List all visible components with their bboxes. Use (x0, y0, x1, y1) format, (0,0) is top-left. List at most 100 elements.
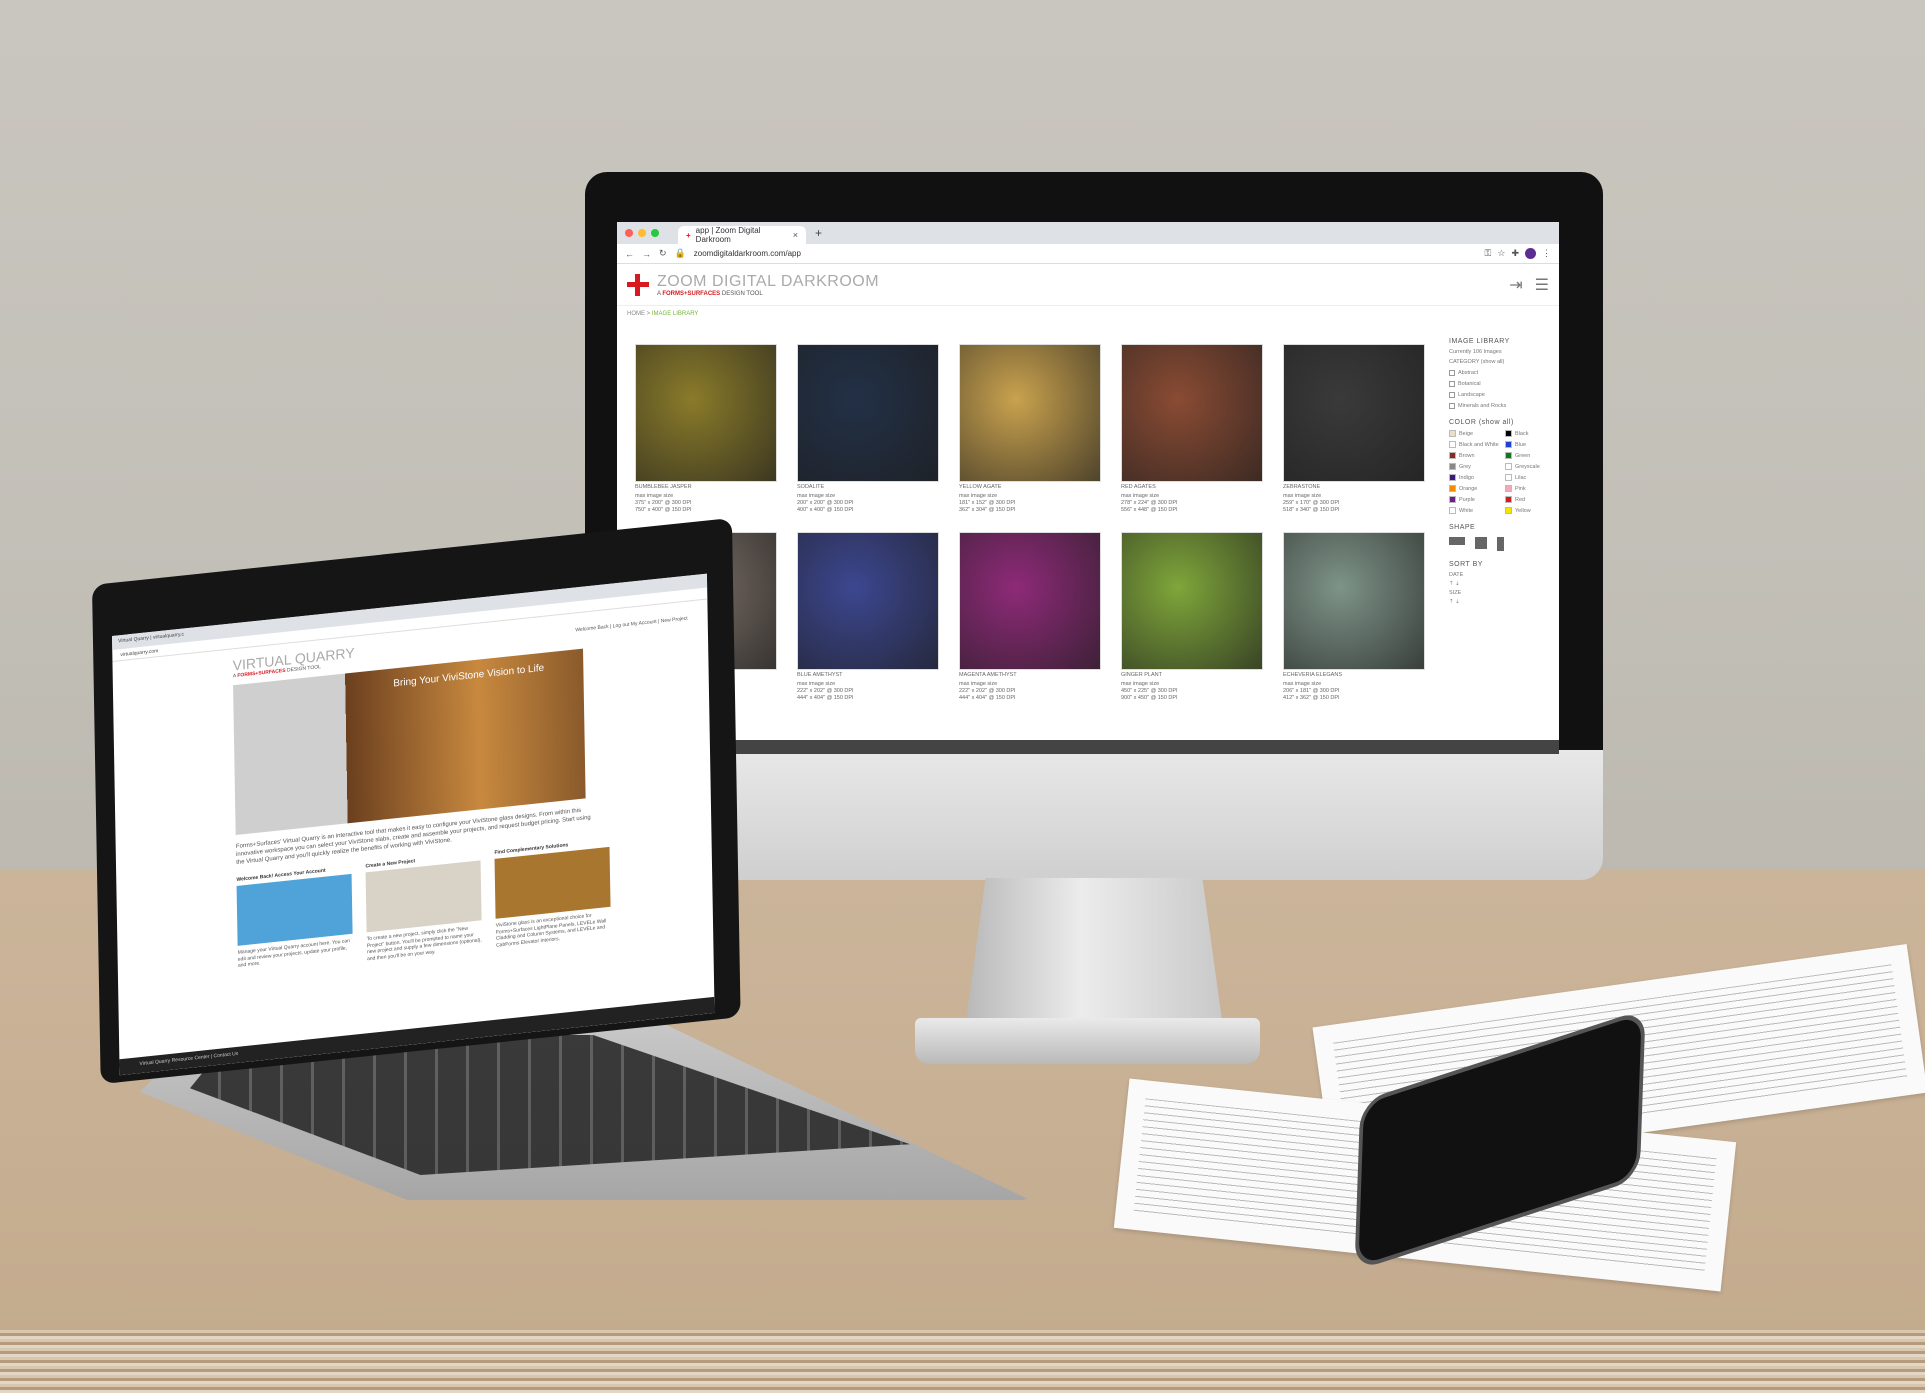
image-thumbnail[interactable] (959, 532, 1101, 670)
profile-avatar[interactable] (1525, 248, 1536, 259)
image-thumbnail[interactable] (1283, 344, 1425, 482)
color-swatch[interactable]: Indigo (1449, 474, 1501, 481)
feature-column[interactable]: Find Complementary Solutions ViviStone gl… (494, 838, 611, 949)
checkbox-icon[interactable] (1449, 381, 1455, 387)
color-label: Orange (1459, 485, 1478, 492)
color-swatch[interactable]: Pink (1505, 485, 1557, 492)
swatch-icon[interactable] (1449, 474, 1456, 481)
swatch-icon[interactable] (1505, 485, 1512, 492)
app-subtitle: A FORMS+SURFACES DESIGN TOOL (657, 290, 763, 297)
shape-label: SHAPE (1449, 524, 1476, 531)
checkbox-icon[interactable] (1449, 370, 1455, 376)
tab-close-icon[interactable]: × (793, 230, 798, 240)
color-label: Indigo (1459, 474, 1474, 481)
forward-icon[interactable]: → (642, 249, 651, 259)
feature-column[interactable]: Welcome Back! Access Your Account Manage … (236, 865, 353, 976)
image-card[interactable]: ZEBRASTONE max image size 259" x 170" @ 3… (1283, 344, 1425, 514)
color-swatch[interactable]: Purple (1449, 496, 1501, 503)
category-checkbox[interactable]: Minerals and Rocks (1449, 403, 1557, 409)
new-tab-button[interactable]: + (815, 226, 822, 240)
image-thumbnail[interactable] (959, 344, 1101, 482)
swatch-icon[interactable] (1449, 441, 1456, 448)
image-card[interactable]: RED AGATES max image size 278" x 224" @ 3… (1121, 344, 1263, 513)
imac-screen: + app | Zoom Digital Darkroom × + ← → ↻ … (617, 222, 1559, 754)
sort-date-icons[interactable]: ⇡ ⇣ (1449, 581, 1557, 587)
image-thumbnail[interactable] (1121, 532, 1263, 670)
swatch-icon[interactable] (1505, 496, 1512, 503)
swatch-icon[interactable] (1449, 485, 1456, 492)
image-size-caption: max image size 206" x 181" @ 300 DPI 412… (1283, 681, 1340, 702)
category-label: CATEGORY (show all) (1449, 359, 1505, 365)
back-icon[interactable]: ← (625, 249, 634, 259)
image-card[interactable]: BLUE AMETHYST max image size 222" x 202" … (797, 532, 939, 701)
color-swatch[interactable]: Beige (1449, 430, 1501, 437)
color-swatch[interactable]: Green (1505, 452, 1557, 459)
tab-title: app | Zoom Digital Darkroom (695, 226, 761, 244)
square-shape-icon[interactable] (1475, 537, 1487, 549)
swatch-icon[interactable] (1449, 507, 1456, 514)
image-card[interactable]: ECHEVERIA ELEGANS max image size 206" x 1… (1283, 532, 1425, 702)
color-swatch[interactable]: Black (1505, 430, 1557, 437)
feature-image[interactable] (236, 874, 353, 947)
image-size-caption: max image size 259" x 170" @ 300 DPI 518… (1283, 493, 1340, 514)
minimize-window-icon[interactable] (638, 229, 646, 237)
swatch-icon[interactable] (1505, 463, 1512, 470)
checkbox-icon[interactable] (1449, 403, 1455, 409)
swatch-icon[interactable] (1505, 452, 1512, 459)
color-swatch[interactable]: Black and White (1449, 441, 1501, 448)
image-thumbnail[interactable] (635, 344, 777, 482)
sidebar-title: IMAGE LIBRARY (1449, 338, 1510, 345)
hamburger-menu-icon[interactable]: ☰ (1535, 275, 1549, 295)
image-card[interactable]: SODALITE max image size 200" x 200" @ 300… (797, 344, 939, 513)
swatch-icon[interactable] (1505, 441, 1512, 448)
category-checkbox[interactable]: Botanical (1449, 381, 1557, 387)
image-thumbnail[interactable] (1121, 344, 1263, 482)
swatch-icon[interactable] (1449, 430, 1456, 437)
checkbox-icon[interactable] (1449, 392, 1455, 398)
browser-tab[interactable]: + app | Zoom Digital Darkroom × (678, 226, 806, 244)
category-checkbox[interactable]: Abstract (1449, 370, 1557, 376)
feature-column[interactable]: Create a New Project To create a new proj… (365, 852, 482, 963)
image-thumbnail[interactable] (1283, 532, 1425, 670)
address-row: ← → ↻ 🔒 zoomdigitaldarkroom.com/app ⚿ ☆ … (617, 244, 1559, 264)
feature-image[interactable] (365, 860, 482, 933)
swatch-icon[interactable] (1505, 474, 1512, 481)
color-swatch[interactable]: Brown (1449, 452, 1501, 459)
portrait-shape-icon[interactable] (1497, 537, 1504, 551)
image-card[interactable]: GINGER PLANT max image size 450" x 225" @… (1121, 532, 1263, 701)
close-window-icon[interactable] (625, 229, 633, 237)
color-swatch[interactable]: Blue (1505, 441, 1557, 448)
color-swatch[interactable]: Lilac (1505, 474, 1557, 481)
swatch-icon[interactable] (1505, 430, 1512, 437)
image-card[interactable]: BUMBLEBEE JASPER max image size 375" x 20… (635, 344, 777, 513)
image-name: ECHEVERIA ELEGANS (1283, 672, 1342, 678)
reload-icon[interactable]: ↻ (659, 248, 667, 259)
color-swatch[interactable]: Greyscale (1505, 463, 1557, 470)
image-card[interactable]: MAGENTA AMETHYST max image size 222" x 20… (959, 532, 1101, 701)
category-checkbox[interactable]: Landscape (1449, 392, 1557, 398)
star-icon[interactable]: ☆ (1497, 248, 1505, 259)
image-thumbnail[interactable] (797, 532, 939, 670)
landscape-shape-icon[interactable] (1449, 537, 1465, 545)
color-swatch[interactable]: Orange (1449, 485, 1501, 492)
swatch-icon[interactable] (1505, 507, 1512, 514)
swatch-icon[interactable] (1449, 463, 1456, 470)
swatch-icon[interactable] (1449, 452, 1456, 459)
color-swatch[interactable]: Red (1505, 496, 1557, 503)
image-thumbnail[interactable] (797, 344, 939, 482)
image-card[interactable]: YELLOW AGATE max image size 181" x 152" @… (959, 344, 1101, 513)
maximize-window-icon[interactable] (651, 229, 659, 237)
swatch-icon[interactable] (1449, 496, 1456, 503)
breadcrumb-home[interactable]: HOME (627, 311, 645, 317)
color-swatch[interactable]: Yellow (1505, 507, 1557, 514)
logout-icon[interactable]: ⇥ (1509, 275, 1522, 295)
sort-size-icons[interactable]: ⇡ ⇣ (1449, 599, 1557, 605)
extension-icon[interactable]: ✚ (1511, 248, 1519, 259)
forms-surfaces-logo[interactable] (627, 273, 649, 296)
menu-dots-icon[interactable]: ⋮ (1542, 248, 1551, 259)
key-icon[interactable]: ⚿ (1485, 248, 1492, 259)
color-swatch[interactable]: White (1449, 507, 1501, 514)
color-swatch[interactable]: Grey (1449, 463, 1501, 470)
feature-image[interactable] (494, 847, 611, 920)
url-field[interactable]: zoomdigitaldarkroom.com/app (694, 249, 801, 258)
